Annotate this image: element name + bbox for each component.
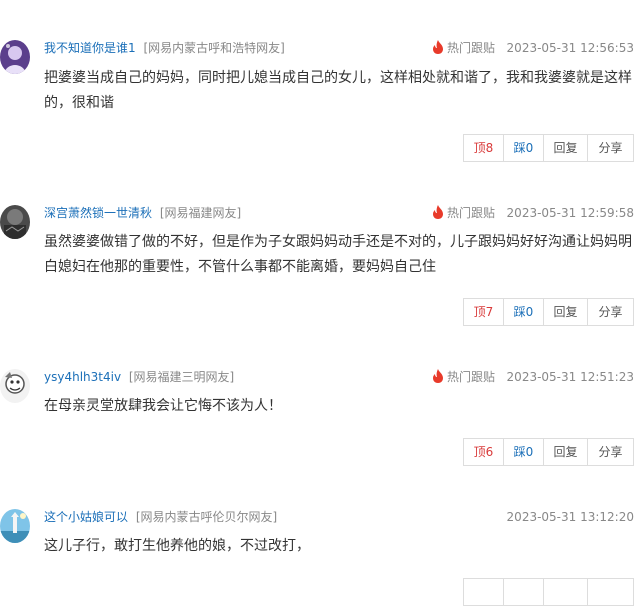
- comment-actions: 顶7 踩0 回复 分享: [463, 298, 634, 326]
- comment-time: 2023-05-31 13:12:20: [506, 510, 634, 524]
- comment-header: 我不知道你是谁1 [网易内蒙古呼和浩特网友]: [44, 38, 285, 58]
- comment-text: 虽然婆婆做错了做的不好，但是作为子女跟妈妈动手还是不对的，儿子跟妈妈好好沟通让妈…: [44, 234, 632, 275]
- hot-follow-badge: 热门跟贴: [432, 367, 495, 387]
- comment-time: 2023-05-31 12:51:23: [506, 370, 634, 384]
- flame-icon: [433, 205, 443, 219]
- comment-text: 在母亲灵堂放肆我会让它悔不该为人！: [44, 398, 282, 414]
- downvote-button[interactable]: [503, 579, 543, 605]
- username[interactable]: 深宫萧然锁一世清秋: [44, 206, 152, 220]
- avatar[interactable]: [0, 40, 30, 74]
- reply-button[interactable]: 回复: [543, 299, 587, 325]
- comment-time: 2023-05-31 12:56:53: [506, 41, 634, 55]
- flame-icon: [433, 369, 443, 383]
- share-button[interactable]: [587, 579, 633, 605]
- share-button[interactable]: 分享: [587, 299, 633, 325]
- downvote-button[interactable]: 踩0: [503, 299, 543, 325]
- avatar[interactable]: [0, 369, 30, 403]
- upvote-button[interactable]: [464, 579, 503, 605]
- avatar[interactable]: [0, 509, 30, 543]
- reply-button[interactable]: [543, 579, 587, 605]
- comment-actions: [463, 578, 634, 606]
- reply-button[interactable]: 回复: [543, 135, 587, 161]
- comment-header: 这个小姑娘可以 [网易内蒙古呼伦贝尔网友]: [44, 507, 277, 527]
- user-location: [网易福建三明网友]: [128, 370, 235, 384]
- hot-follow-badge: 热门跟贴: [432, 203, 495, 223]
- reply-button[interactable]: 回复: [543, 439, 587, 465]
- upvote-button[interactable]: 顶7: [464, 299, 503, 325]
- comment-actions: 顶6 踩0 回复 分享: [463, 438, 634, 466]
- hot-follow-label: 热门跟贴: [447, 41, 496, 55]
- user-location: [网易内蒙古呼和浩特网友]: [143, 41, 285, 55]
- flame-icon: [433, 40, 443, 54]
- upvote-button[interactable]: 顶8: [464, 135, 503, 161]
- comment-text: 这儿子行，敢打生他养他的娘，不过改打，: [44, 538, 310, 554]
- share-button[interactable]: 分享: [587, 439, 633, 465]
- user-location: [网易福建网友]: [159, 206, 242, 220]
- downvote-button[interactable]: 踩0: [503, 439, 543, 465]
- username[interactable]: ysy4hlh3t4iv: [44, 370, 121, 384]
- hot-follow-badge: 热门跟贴: [432, 38, 495, 58]
- hot-follow-label: 热门跟贴: [447, 206, 496, 220]
- comment-header: ysy4hlh3t4iv [网易福建三明网友]: [44, 367, 234, 387]
- avatar[interactable]: [0, 205, 30, 239]
- user-location: [网易内蒙古呼伦贝尔网友]: [135, 510, 278, 524]
- comment-header: 深宫萧然锁一世清秋 [网易福建网友]: [44, 203, 241, 223]
- hot-follow-label: 热门跟贴: [447, 370, 496, 384]
- upvote-button[interactable]: 顶6: [464, 439, 503, 465]
- comment-actions: 顶8 踩0 回复 分享: [463, 134, 634, 162]
- username[interactable]: 这个小姑娘可以: [44, 510, 128, 524]
- comment-time: 2023-05-31 12:59:58: [506, 206, 634, 220]
- username[interactable]: 我不知道你是谁1: [44, 41, 136, 55]
- share-button[interactable]: 分享: [587, 135, 633, 161]
- comment-text: 把婆婆当成自己的妈妈，同时把儿媳当成自己的女儿，这样相处就和谐了，我和我婆婆就是…: [44, 70, 632, 111]
- downvote-button[interactable]: 踩0: [503, 135, 543, 161]
